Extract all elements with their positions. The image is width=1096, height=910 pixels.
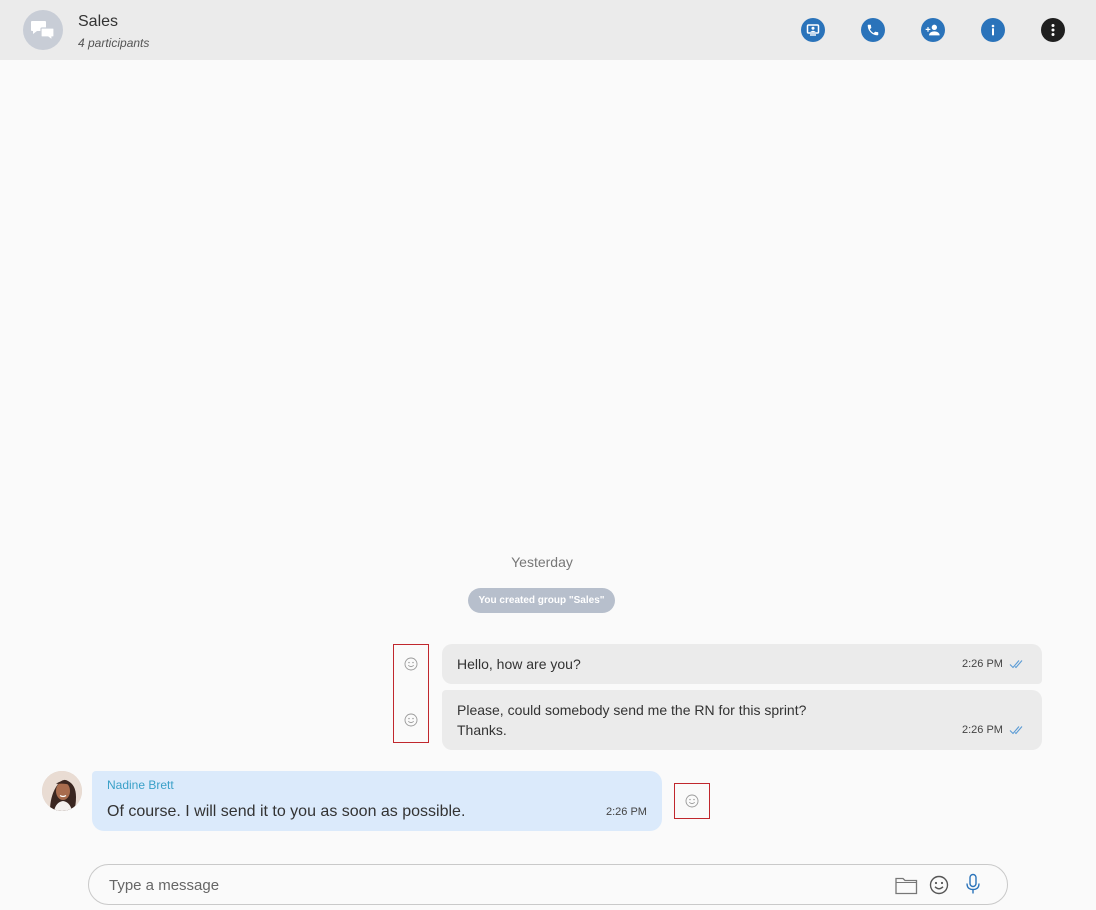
reaction-button-highlight xyxy=(674,783,710,819)
message-time: 2:26 PM xyxy=(962,658,1003,670)
add-person-icon xyxy=(925,24,940,36)
reaction-buttons-highlight xyxy=(393,644,429,743)
emoji-reaction-icon[interactable] xyxy=(685,794,699,808)
add-participant-button[interactable] xyxy=(921,18,945,42)
message-text: Hello, how are you? xyxy=(457,656,581,672)
chat-header: Sales 4 participants xyxy=(0,0,1096,60)
info-button[interactable] xyxy=(981,18,1005,42)
message-time: 2:26 PM xyxy=(606,806,647,818)
more-vertical-icon xyxy=(1051,24,1055,36)
emoji-reaction-icon[interactable] xyxy=(404,657,418,671)
emoji-picker-icon[interactable] xyxy=(929,875,949,895)
message-text-line: Please, could somebody send me the RN fo… xyxy=(457,702,807,718)
message-composer xyxy=(88,864,1008,905)
read-receipt-icon xyxy=(1009,726,1023,735)
call-button[interactable] xyxy=(861,18,885,42)
screen-share-button[interactable] xyxy=(801,18,825,42)
date-separator: Yesterday xyxy=(511,554,573,570)
message-input[interactable] xyxy=(109,874,869,896)
screen-share-icon xyxy=(806,24,820,36)
group-avatar[interactable] xyxy=(23,10,63,50)
phone-icon xyxy=(867,24,879,36)
read-receipt-icon xyxy=(1009,660,1023,669)
outgoing-message[interactable]: Please, could somebody send me the RN fo… xyxy=(442,690,1042,750)
message-text-line: Thanks. xyxy=(457,722,507,738)
chat-bubbles-icon xyxy=(31,21,55,41)
incoming-message[interactable]: Nadine Brett Of course. I will send it t… xyxy=(92,771,662,831)
info-icon xyxy=(991,24,995,36)
user-photo xyxy=(42,771,82,811)
message-time: 2:26 PM xyxy=(962,724,1003,736)
system-message: You created group "Sales" xyxy=(468,588,615,613)
participants-count: 4 participants xyxy=(78,36,150,50)
sender-name[interactable]: Nadine Brett xyxy=(107,778,174,792)
outgoing-message[interactable]: Hello, how are you? 2:26 PM xyxy=(442,644,1042,684)
emoji-reaction-icon[interactable] xyxy=(404,713,418,727)
attach-file-icon[interactable] xyxy=(895,876,918,895)
sender-avatar[interactable] xyxy=(42,771,82,811)
more-options-button[interactable] xyxy=(1041,18,1065,42)
chat-title: Sales xyxy=(78,13,119,30)
microphone-icon[interactable] xyxy=(965,873,981,896)
message-text: Of course. I will send it to you as soon… xyxy=(107,803,466,820)
